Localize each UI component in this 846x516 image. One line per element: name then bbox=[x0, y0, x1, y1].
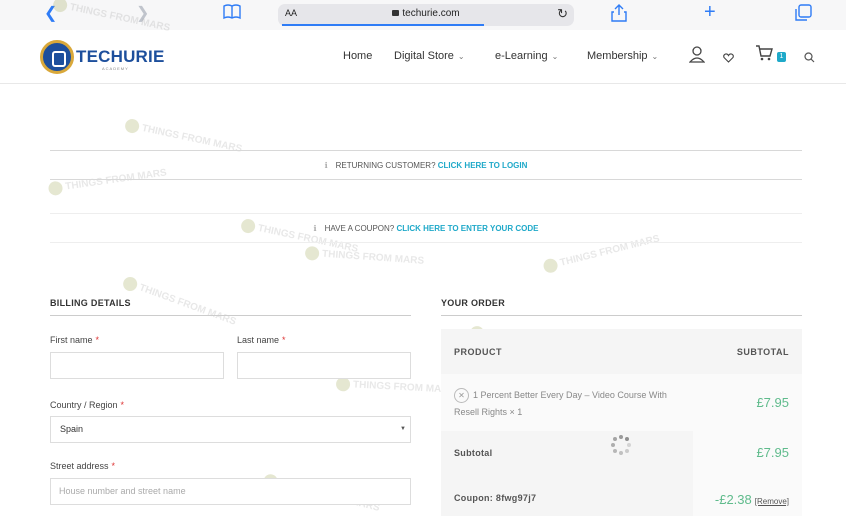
nav-digital-store[interactable]: Digital Store ⌄ bbox=[394, 50, 465, 62]
cart-count-badge: 1 bbox=[777, 52, 786, 62]
divider bbox=[50, 315, 411, 316]
country-label: Country / Region * bbox=[50, 400, 125, 410]
chevron-down-icon: ⌄ bbox=[551, 52, 559, 61]
spinner-dot bbox=[613, 437, 618, 442]
nav-label: Digital Store bbox=[394, 50, 454, 62]
coupon-discount: -£2.38 [Remove] bbox=[714, 492, 789, 507]
spinner-dot bbox=[611, 443, 615, 447]
enter-coupon-link[interactable]: CLICK HERE TO ENTER YOUR CODE bbox=[396, 224, 538, 233]
logo-text[interactable]: TECHURIE bbox=[76, 47, 165, 67]
street-address-field[interactable]: House number and street name bbox=[50, 478, 411, 505]
cart-icon[interactable] bbox=[755, 44, 773, 66]
heart-icon[interactable] bbox=[723, 50, 734, 68]
first-name-field[interactable] bbox=[50, 352, 224, 379]
first-name-label: First name * bbox=[50, 335, 100, 345]
street-label: Street address * bbox=[50, 461, 116, 471]
dropdown-arrow-icon: ▼ bbox=[400, 426, 406, 432]
country-value: Spain bbox=[60, 424, 84, 434]
order-item-row: ✕ 1 Percent Better Every Day – Video Cour… bbox=[441, 374, 802, 431]
item-quantity: × 1 bbox=[509, 407, 523, 417]
last-name-label: Last name * bbox=[237, 335, 286, 345]
back-icon[interactable]: ❮ bbox=[44, 4, 57, 24]
coupon-label: Coupon: 8fwg97j7 bbox=[454, 493, 537, 503]
notice-text: RETURNING CUSTOMER? bbox=[335, 161, 436, 170]
country-select[interactable]: Spain ▼ bbox=[50, 416, 411, 443]
spinner-dot bbox=[619, 435, 623, 439]
chevron-down-icon: ⌄ bbox=[651, 52, 659, 61]
billing-title: BILLING DETAILS bbox=[50, 298, 131, 308]
site-header: TECHURIE ACADEMY Home Digital Store ⌄ e-L… bbox=[0, 30, 846, 84]
divider bbox=[441, 315, 802, 316]
spinner-dot bbox=[613, 448, 618, 453]
notice-text: HAVE A COUPON? bbox=[324, 224, 395, 233]
new-tab-icon[interactable]: + bbox=[704, 2, 716, 22]
watermark: THINGS FROM MARS bbox=[304, 245, 425, 268]
tabs-icon[interactable] bbox=[795, 4, 812, 27]
nav-home[interactable]: Home bbox=[343, 50, 372, 62]
spinner-dot bbox=[627, 443, 631, 447]
spinner-dot bbox=[624, 437, 629, 442]
subtotal-value: £7.95 bbox=[756, 445, 789, 460]
logo-icon[interactable] bbox=[40, 40, 74, 74]
loading-spinner bbox=[611, 435, 631, 455]
coupon-notice: ℹ HAVE A COUPON? CLICK HERE TO ENTER YOUR… bbox=[50, 213, 802, 243]
browser-toolbar: ❮ ❯ AA techurie.com ↻ + bbox=[0, 0, 846, 30]
nav-label: Home bbox=[343, 50, 373, 62]
info-icon: ℹ bbox=[324, 161, 328, 170]
lock-icon bbox=[392, 10, 400, 16]
order-title: YOUR ORDER bbox=[441, 298, 506, 308]
nav-membership[interactable]: Membership ⌄ bbox=[587, 50, 658, 62]
remove-coupon-link[interactable]: [Remove] bbox=[755, 497, 789, 506]
subtotal-label: Subtotal bbox=[454, 448, 493, 458]
user-icon[interactable] bbox=[688, 46, 706, 68]
address-bar[interactable]: AA techurie.com ↻ bbox=[278, 4, 574, 26]
nav-label: e-Learning bbox=[495, 50, 548, 62]
info-icon: ℹ bbox=[313, 224, 317, 233]
last-name-field[interactable] bbox=[237, 352, 411, 379]
item-price: £7.95 bbox=[756, 395, 789, 410]
page-load-progress bbox=[282, 24, 484, 26]
chevron-down-icon: ⌄ bbox=[457, 52, 465, 61]
nav-e-learning[interactable]: e-Learning ⌄ bbox=[495, 50, 558, 62]
url-text: techurie.com bbox=[278, 8, 574, 19]
nav-label: Membership bbox=[587, 50, 648, 62]
order-table-header: PRODUCT SUBTOTAL bbox=[441, 329, 802, 374]
logo-subtitle: ACADEMY bbox=[102, 66, 129, 71]
bookmarks-icon[interactable] bbox=[223, 4, 241, 26]
reload-icon[interactable]: ↻ bbox=[557, 6, 568, 22]
login-link[interactable]: CLICK HERE TO LOGIN bbox=[438, 161, 528, 170]
search-icon[interactable] bbox=[804, 50, 815, 68]
remove-item-icon[interactable]: ✕ bbox=[454, 388, 469, 404]
returning-customer-notice: ℹ RETURNING CUSTOMER? CLICK HERE TO LOGIN bbox=[50, 150, 802, 180]
forward-icon[interactable]: ❯ bbox=[136, 4, 149, 24]
spinner-dot bbox=[624, 448, 629, 453]
watermark: THINGS FROM MARS bbox=[121, 275, 238, 329]
spinner-dot bbox=[619, 451, 623, 455]
watermark: THINGS FROM MARS bbox=[335, 376, 456, 397]
subtotal-column-header: SUBTOTAL bbox=[736, 347, 789, 357]
product-name: ✕ 1 Percent Better Every Day – Video Cour… bbox=[454, 388, 667, 417]
share-icon[interactable] bbox=[611, 4, 627, 28]
url-label: techurie.com bbox=[402, 8, 460, 19]
coupon-row: Coupon: 8fwg97j7 -£2.38 [Remove] bbox=[441, 476, 802, 516]
product-column-header: PRODUCT bbox=[454, 347, 502, 357]
